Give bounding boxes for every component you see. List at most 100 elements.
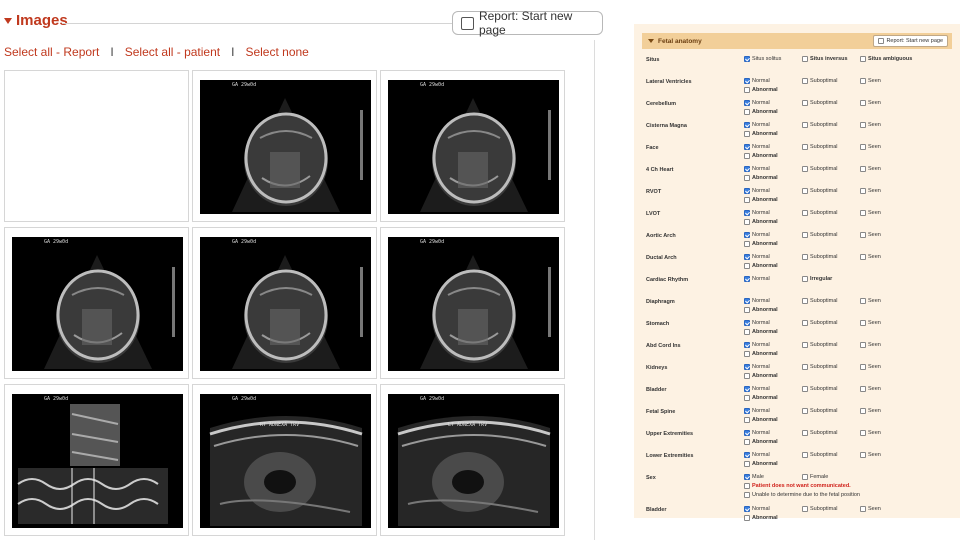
anatomy-option[interactable]: Suboptimal	[802, 364, 838, 370]
anatomy-option[interactable]: Normal	[744, 122, 770, 128]
anatomy-option[interactable]: Abnormal	[744, 461, 778, 467]
anatomy-option[interactable]: Male	[744, 474, 764, 480]
anatomy-option[interactable]: Situs inversus	[802, 56, 848, 62]
option-checkbox[interactable]	[744, 492, 750, 498]
anatomy-option[interactable]: Suboptimal	[802, 232, 838, 238]
option-checkbox[interactable]	[744, 329, 750, 335]
anatomy-option[interactable]: Suboptimal	[802, 298, 838, 304]
ultrasound-image-thumbnail[interactable]: GA 29w0d	[4, 384, 189, 536]
anatomy-option[interactable]: Abnormal	[744, 109, 778, 115]
select-none-link[interactable]: Select none	[245, 45, 308, 59]
anatomy-option[interactable]: Abnormal	[744, 515, 778, 521]
option-checkbox[interactable]	[744, 122, 750, 128]
option-checkbox[interactable]	[744, 320, 750, 326]
option-checkbox[interactable]	[802, 276, 808, 282]
anatomy-option[interactable]: Abnormal	[744, 241, 778, 247]
option-checkbox[interactable]	[744, 188, 750, 194]
images-section-header[interactable]: Images	[4, 12, 68, 29]
option-checkbox[interactable]	[860, 144, 866, 150]
option-checkbox[interactable]	[802, 210, 808, 216]
option-checkbox[interactable]	[802, 298, 808, 304]
option-checkbox[interactable]	[744, 351, 750, 357]
option-checkbox[interactable]	[802, 122, 808, 128]
collapse-triangle-icon[interactable]	[4, 17, 12, 24]
anatomy-option[interactable]: Abnormal	[744, 307, 778, 313]
anatomy-option[interactable]: Suboptimal	[802, 386, 838, 392]
option-checkbox[interactable]	[860, 364, 866, 370]
option-checkbox[interactable]	[802, 56, 808, 62]
option-checkbox[interactable]	[744, 439, 750, 445]
anatomy-option[interactable]: Abnormal	[744, 329, 778, 335]
anatomy-option[interactable]: Suboptimal	[802, 452, 838, 458]
option-checkbox[interactable]	[860, 210, 866, 216]
anatomy-option[interactable]: Normal	[744, 144, 770, 150]
anatomy-option[interactable]: Seen	[860, 506, 881, 512]
anatomy-option[interactable]: Normal	[744, 506, 770, 512]
option-checkbox[interactable]	[860, 100, 866, 106]
anatomy-option[interactable]: Seen	[860, 144, 881, 150]
fetal-anatomy-header[interactable]: Fetal anatomy Report: Start new page	[642, 33, 952, 49]
option-checkbox[interactable]	[744, 386, 750, 392]
anatomy-option[interactable]: Normal	[744, 430, 770, 436]
anatomy-option[interactable]: Normal	[744, 100, 770, 106]
option-checkbox[interactable]	[744, 515, 750, 521]
anatomy-option[interactable]: Normal	[744, 298, 770, 304]
anatomy-option[interactable]: Suboptimal	[802, 210, 838, 216]
anatomy-option[interactable]: Normal	[744, 188, 770, 194]
option-checkbox[interactable]	[744, 144, 750, 150]
option-checkbox[interactable]	[744, 307, 750, 313]
anatomy-option[interactable]: Abnormal	[744, 219, 778, 225]
anatomy-option[interactable]: Normal	[744, 276, 770, 282]
option-checkbox[interactable]	[744, 395, 750, 401]
ultrasound-image-thumbnail[interactable]: GA 29w0d	[4, 227, 189, 379]
anatomy-option[interactable]: Suboptimal	[802, 122, 838, 128]
option-checkbox[interactable]	[802, 430, 808, 436]
report-start-new-page-button[interactable]: Report: Start new page	[452, 9, 603, 37]
anatomy-option[interactable]: Normal	[744, 166, 770, 172]
ultrasound-image-thumbnail[interactable]: GA 29w0d	[192, 70, 377, 222]
anatomy-option[interactable]: Seen	[860, 78, 881, 84]
anatomy-option[interactable]: Suboptimal	[802, 320, 838, 326]
anatomy-option[interactable]: Seen	[860, 122, 881, 128]
anatomy-option[interactable]: Suboptimal	[802, 100, 838, 106]
anatomy-option[interactable]: Abnormal	[744, 263, 778, 269]
option-checkbox[interactable]	[860, 506, 866, 512]
option-checkbox[interactable]	[860, 408, 866, 414]
anatomy-option[interactable]: Irregular	[802, 276, 832, 282]
anatomy-option[interactable]: Seen	[860, 364, 881, 370]
ultrasound-image-thumbnail[interactable]: GA 29w0d	[380, 70, 565, 222]
anatomy-option[interactable]: Abnormal	[744, 439, 778, 445]
anatomy-option[interactable]: Normal	[744, 342, 770, 348]
anatomy-option[interactable]: Suboptimal	[802, 144, 838, 150]
anatomy-option[interactable]: Seen	[860, 452, 881, 458]
anatomy-option[interactable]: Suboptimal	[802, 430, 838, 436]
anatomy-report-start-new-page-button[interactable]: Report: Start new page	[873, 35, 948, 47]
anatomy-option[interactable]: Suboptimal	[802, 254, 838, 260]
option-checkbox[interactable]	[802, 254, 808, 260]
option-checkbox[interactable]	[744, 483, 750, 489]
option-checkbox[interactable]	[860, 298, 866, 304]
anatomy-option[interactable]: Normal	[744, 254, 770, 260]
anatomy-option[interactable]: Abnormal	[744, 153, 778, 159]
ultrasound-image-thumbnail[interactable]: GA 29w0d	[192, 227, 377, 379]
anatomy-option[interactable]: Seen	[860, 166, 881, 172]
option-checkbox[interactable]	[802, 232, 808, 238]
anatomy-option[interactable]: Seen	[860, 430, 881, 436]
option-checkbox[interactable]	[744, 100, 750, 106]
anatomy-option[interactable]: Suboptimal	[802, 408, 838, 414]
option-checkbox[interactable]	[744, 276, 750, 282]
anatomy-option[interactable]: Seen	[860, 342, 881, 348]
anatomy-option[interactable]: Seen	[860, 386, 881, 392]
anatomy-option[interactable]: Situs ambiguous	[860, 56, 912, 62]
option-checkbox[interactable]	[744, 153, 750, 159]
option-checkbox[interactable]	[744, 166, 750, 172]
option-checkbox[interactable]	[744, 408, 750, 414]
anatomy-option[interactable]: Seen	[860, 210, 881, 216]
option-checkbox[interactable]	[744, 241, 750, 247]
option-checkbox[interactable]	[744, 232, 750, 238]
option-checkbox[interactable]	[802, 188, 808, 194]
anatomy-option[interactable]: Normal	[744, 78, 770, 84]
report-new-page-checkbox[interactable]	[461, 16, 474, 30]
anatomy-option[interactable]: Suboptimal	[802, 506, 838, 512]
option-checkbox[interactable]	[744, 56, 750, 62]
